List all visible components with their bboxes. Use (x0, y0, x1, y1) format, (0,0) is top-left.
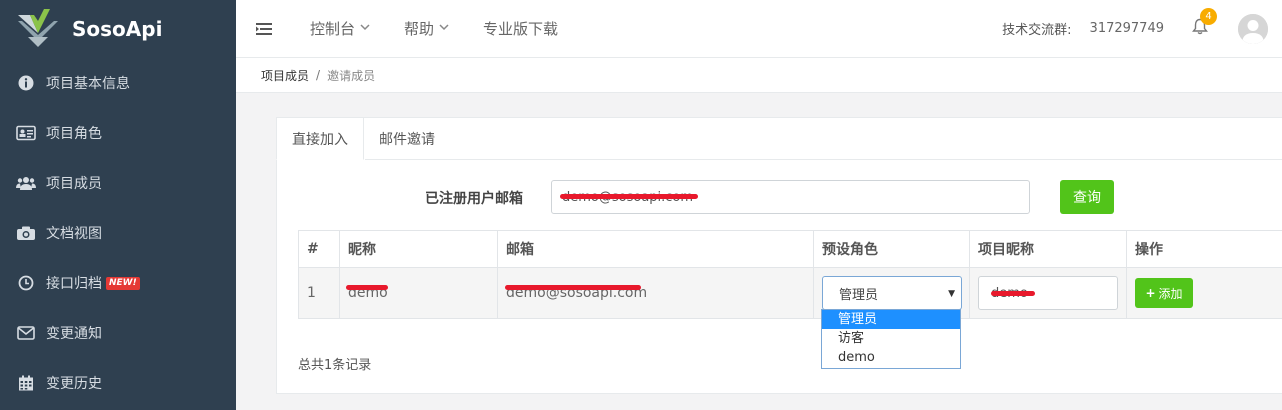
sidebar-item-label: 文档视图 (46, 226, 102, 242)
sidebar-item-label: 项目成员 (46, 176, 102, 192)
column-header: 操作 (1126, 230, 1282, 268)
notification-count-badge: 4 (1200, 8, 1217, 25)
column-header: 预设角色 (813, 230, 970, 268)
logo-mark-icon (14, 7, 62, 51)
column-header: 邮箱 (497, 230, 814, 268)
column-header: 昵称 (339, 230, 498, 268)
avatar[interactable] (1238, 13, 1268, 44)
caret-down-icon: ▼ (948, 289, 955, 299)
sidebar-item-project-info[interactable]: 项目基本信息 (0, 58, 236, 108)
role-option-demo[interactable]: demo (822, 348, 960, 367)
users-icon (16, 173, 36, 193)
sidebar-item-doc-view[interactable]: 文档视图 (0, 208, 236, 258)
camera-icon (16, 223, 36, 243)
row-email-cell: demo@sosoapi.com (497, 267, 814, 319)
top-navbar: 控制台 帮助 专业版下载 技术交流群: 317297749 4 (236, 0, 1282, 58)
row-nickname-cell: demo (339, 267, 498, 319)
console-menu[interactable]: 控制台 (310, 18, 370, 39)
sidebar-item-change-history[interactable]: 变更历史 (0, 358, 236, 408)
info-icon (16, 73, 36, 93)
email-search-label: 已注册用户邮箱 (425, 191, 523, 207)
console-menu-label: 控制台 (310, 20, 356, 38)
query-button[interactable]: 查询 (1060, 180, 1114, 214)
row-project-nickname-cell: demo (969, 267, 1127, 319)
sidebar-item-project-roles[interactable]: 项目角色 (0, 108, 236, 158)
envelope-icon (16, 323, 36, 343)
role-select-value: 管理员 (839, 287, 879, 303)
role-option-visitor[interactable]: 访客 (822, 329, 960, 348)
top-right-area: 技术交流群: 317297749 4 (1002, 8, 1282, 44)
sidebar-item-api-archive[interactable]: 接口归档 NEW! (0, 258, 236, 308)
redaction-mark (991, 291, 1035, 296)
calendar-icon (16, 373, 36, 393)
role-select[interactable]: 管理员 ▼ (822, 276, 962, 310)
tab-email-invite[interactable]: 邮件邀请 (364, 117, 450, 160)
row-index: 1 (298, 267, 340, 319)
help-menu-label: 帮助 (404, 20, 435, 38)
sidebar-nav: 项目基本信息 项目角色 项目成员 文档视图 接口归档 NEW! 变更通知 变更历… (0, 58, 236, 408)
sidebar-item-label: 项目基本信息 (46, 76, 130, 92)
qq-group-number: 317297749 (1089, 21, 1164, 36)
clock-icon (16, 273, 36, 293)
sidebar: SosoApi 项目基本信息 项目角色 项目成员 文档视图 接口归档 NEW! … (0, 0, 236, 410)
plus-icon: + (1145, 286, 1156, 300)
breadcrumb-parent-link[interactable]: 项目成员 (261, 67, 309, 84)
role-option-admin[interactable]: 管理员 (822, 310, 960, 329)
email-search-input[interactable]: demo@sosoapi.com (551, 180, 1030, 214)
sidebar-item-label: 项目角色 (46, 126, 102, 142)
add-member-label: 添加 (1158, 286, 1183, 301)
qq-group-label: 技术交流群: (1002, 23, 1072, 38)
redaction-mark (346, 285, 388, 290)
add-member-button[interactable]: + 添加 (1135, 278, 1193, 308)
invite-panel: 直接加入 邮件邀请 已注册用户邮箱 demo@sosoapi.com 查询 # … (276, 117, 1282, 394)
help-menu[interactable]: 帮助 (404, 18, 449, 39)
redaction-mark (505, 285, 641, 290)
tab-divider (365, 159, 1282, 160)
member-table-wrapper: # 昵称 邮箱 预设角色 项目昵称 操作 1 demo demo@sosoapi… (298, 230, 1282, 319)
column-header: # (298, 230, 340, 268)
sidebar-item-label: 变更通知 (46, 326, 102, 342)
record-count: 总共1条记录 (298, 358, 372, 373)
row-action-cell: + 添加 (1126, 267, 1282, 319)
redaction-mark (560, 194, 698, 199)
role-dropdown-list: 管理员 访客 demo (821, 309, 961, 369)
table-header-row: # 昵称 邮箱 预设角色 项目昵称 操作 (298, 230, 1282, 268)
search-row: 已注册用户邮箱 demo@sosoapi.com 查询 (277, 180, 1282, 214)
tab-direct-join[interactable]: 直接加入 (276, 117, 364, 160)
chevron-down-icon (439, 23, 449, 34)
tab-bar: 直接加入 邮件邀请 (276, 117, 450, 160)
sidebar-item-change-notice[interactable]: 变更通知 (0, 308, 236, 358)
sidebar-item-label: 接口归档 (46, 276, 102, 292)
breadcrumb-separator: / (316, 68, 321, 82)
member-table: # 昵称 邮箱 预设角色 项目昵称 操作 1 demo demo@sosoapi… (298, 230, 1282, 319)
chevron-down-icon (360, 23, 370, 34)
bell-icon (1192, 18, 1208, 39)
new-badge: NEW! (106, 276, 140, 290)
sidebar-item-label: 变更历史 (46, 376, 102, 392)
breadcrumb-current: 邀请成员 (327, 68, 376, 83)
sidebar-item-project-members[interactable]: 项目成员 (0, 158, 236, 208)
logo[interactable]: SosoApi (0, 0, 236, 58)
pro-download-label: 专业版下载 (483, 20, 559, 38)
menu-toggle-icon[interactable] (236, 22, 292, 35)
logo-text: SosoApi (72, 17, 163, 41)
pro-download-link[interactable]: 专业版下载 (483, 18, 558, 39)
table-row: 1 demo demo@sosoapi.com 管理员 ▼ + 添加 (298, 267, 1282, 319)
column-header: 项目昵称 (969, 230, 1127, 268)
id-card-icon (16, 123, 36, 143)
breadcrumb: 项目成员 / 邀请成员 (236, 58, 1282, 93)
project-nickname-input[interactable]: demo (978, 276, 1118, 310)
notifications-button[interactable]: 4 (1192, 8, 1217, 39)
